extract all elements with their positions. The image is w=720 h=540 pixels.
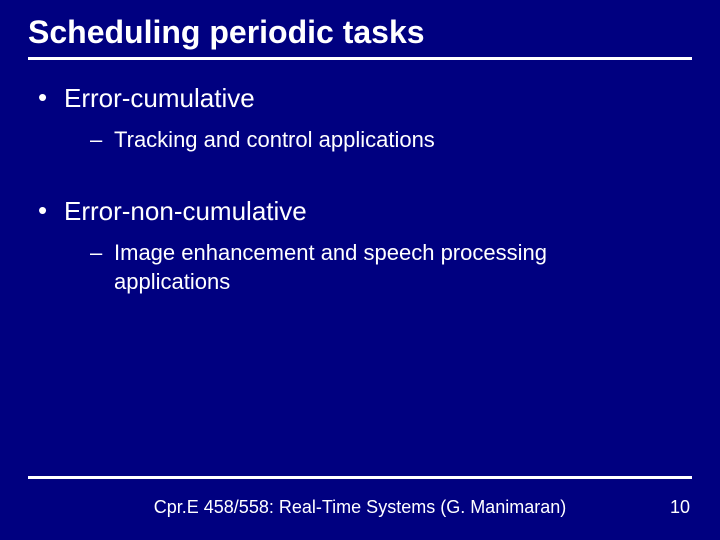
dash-icon: – [90,126,114,155]
slide-content: • Error-cumulative – Tracking and contro… [28,82,692,297]
footer-divider [28,476,692,479]
list-item: • Error-non-cumulative [36,195,684,228]
page-number: 10 [650,497,690,518]
slide-title: Scheduling periodic tasks [28,14,692,55]
dash-icon: – [90,239,114,296]
bullet-icon: • [36,195,64,228]
list-item-label: Error-non-cumulative [64,195,307,228]
sublist-item-label: Image enhancement and speech processing … [114,239,634,296]
sublist-item: – Image enhancement and speech processin… [36,239,684,296]
slide-footer: Cpr.E 458/558: Real-Time Systems (G. Man… [28,476,692,518]
slide: Scheduling periodic tasks • Error-cumula… [0,0,720,540]
list-item-label: Error-cumulative [64,82,255,115]
footer-row: Cpr.E 458/558: Real-Time Systems (G. Man… [28,497,692,518]
sublist-item-label: Tracking and control applications [114,126,435,155]
footer-course: Cpr.E 458/558: Real-Time Systems (G. Man… [70,497,650,518]
list-item: • Error-cumulative [36,82,684,115]
sublist: – Image enhancement and speech processin… [36,239,684,296]
sublist: – Tracking and control applications [36,126,684,155]
title-divider [28,57,692,60]
bullet-icon: • [36,82,64,115]
sublist-item: – Tracking and control applications [36,126,684,155]
